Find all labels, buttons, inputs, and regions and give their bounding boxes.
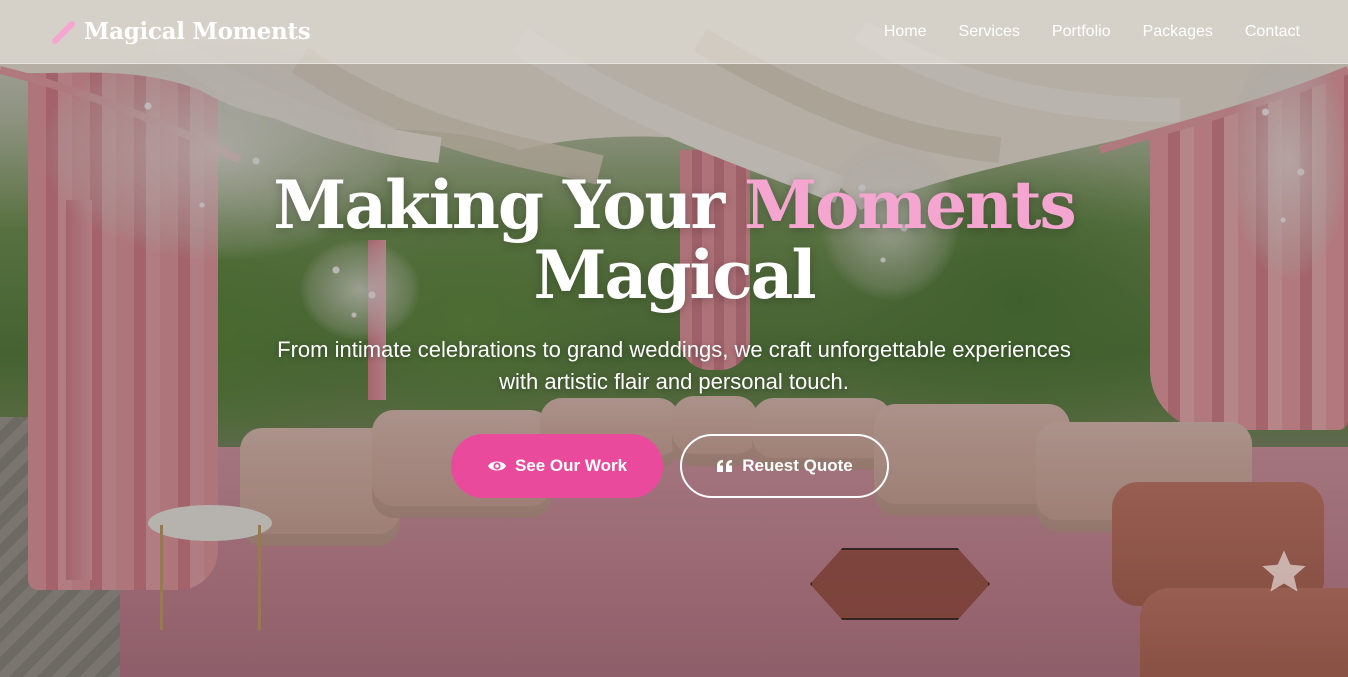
- navbar: Magical Moments Home Services Portfolio …: [0, 0, 1348, 64]
- main-nav: Home Services Portfolio Packages Contact: [884, 23, 1300, 41]
- nav-link-portfolio[interactable]: Portfolio: [1052, 23, 1111, 41]
- hero-title: Making Your Moments Magical: [0, 170, 1348, 310]
- hero-title-line2: Magical: [533, 236, 816, 314]
- hero-actions: See Our Work Reuest Quote: [0, 434, 1348, 498]
- nav-link-services[interactable]: Services: [959, 23, 1020, 41]
- star-icon[interactable]: [1258, 546, 1310, 598]
- hero-title-accent: Moments: [744, 166, 1077, 244]
- hero-title-prefix: Making Your: [273, 166, 745, 244]
- hero-section: Making Your Moments Magical From intimat…: [0, 170, 1348, 498]
- nav-link-packages[interactable]: Packages: [1143, 23, 1213, 41]
- see-our-work-label: See Our Work: [514, 456, 628, 475]
- eye-icon: [487, 458, 507, 474]
- brand-logo[interactable]: Magical Moments: [52, 18, 311, 45]
- brand-name: Magical Moments: [84, 18, 311, 45]
- hero-subtitle: From intimate celebrations to grand wedd…: [277, 337, 1071, 394]
- request-quote-button[interactable]: Reuest Quote: [680, 434, 889, 498]
- see-our-work-button[interactable]: See Our Work: [451, 434, 663, 498]
- request-quote-label: Reuest Quote: [742, 456, 853, 475]
- nav-link-contact[interactable]: Contact: [1245, 23, 1300, 41]
- quote-icon: [716, 459, 734, 473]
- magic-wand-icon: [52, 20, 76, 44]
- nav-link-home[interactable]: Home: [884, 23, 927, 41]
